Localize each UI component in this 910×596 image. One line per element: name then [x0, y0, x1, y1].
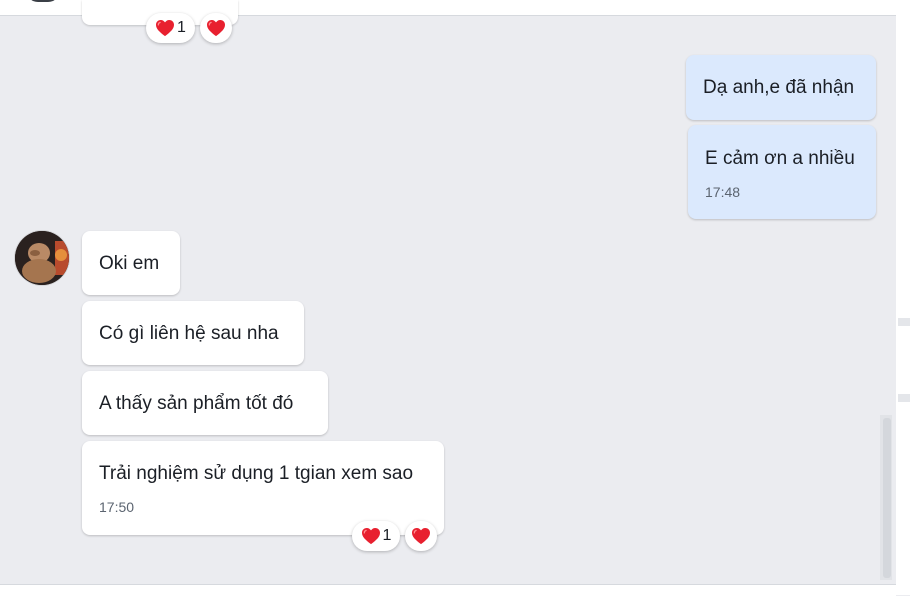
outgoing-message[interactable]: E cảm ơn a nhiều 17:48 — [688, 125, 876, 219]
incoming-message[interactable]: Có gì liên hệ sau nha — [82, 301, 304, 365]
reaction-count: 1 — [177, 19, 186, 36]
scrollbar-thumb[interactable] — [883, 418, 891, 578]
heart-icon — [411, 527, 431, 545]
message-text: A thấy sản phẩm tốt đó — [99, 393, 294, 414]
last-message-reaction-count[interactable]: 1 — [352, 521, 400, 551]
outgoing-message[interactable]: Dạ anh,e đã nhận — [686, 55, 876, 120]
last-message-add-reaction[interactable] — [405, 521, 437, 551]
message-text: Dạ anh,e đã nhận — [703, 77, 855, 98]
message-text: Trải nghiệm sử dụng 1 tgian xem sao — [99, 463, 414, 484]
scroll-marker — [898, 318, 910, 326]
message-composer-edge[interactable] — [0, 584, 896, 596]
previous-message-add-reaction[interactable] — [200, 13, 232, 43]
header-avatar[interactable] — [26, 0, 60, 2]
sender-avatar[interactable] — [15, 231, 69, 285]
message-timestamp: 17:48 — [705, 184, 741, 200]
message-text: Oki em — [99, 253, 160, 274]
scroll-marker — [898, 394, 910, 402]
heart-icon — [206, 19, 226, 37]
reaction-count: 1 — [382, 527, 392, 544]
incoming-message[interactable]: A thấy sản phẩm tốt đó — [82, 371, 328, 435]
avatar-image — [15, 231, 69, 285]
previous-message-reaction-count[interactable]: 1 — [146, 13, 195, 43]
scrollbar-gutter — [896, 0, 910, 595]
heart-icon — [155, 19, 175, 37]
message-timestamp: 17:50 — [99, 499, 135, 515]
message-text: E cảm ơn a nhiều — [705, 148, 855, 169]
message-text: Có gì liên hệ sau nha — [99, 323, 279, 344]
heart-icon — [361, 527, 381, 545]
incoming-message[interactable]: Oki em — [82, 231, 180, 295]
